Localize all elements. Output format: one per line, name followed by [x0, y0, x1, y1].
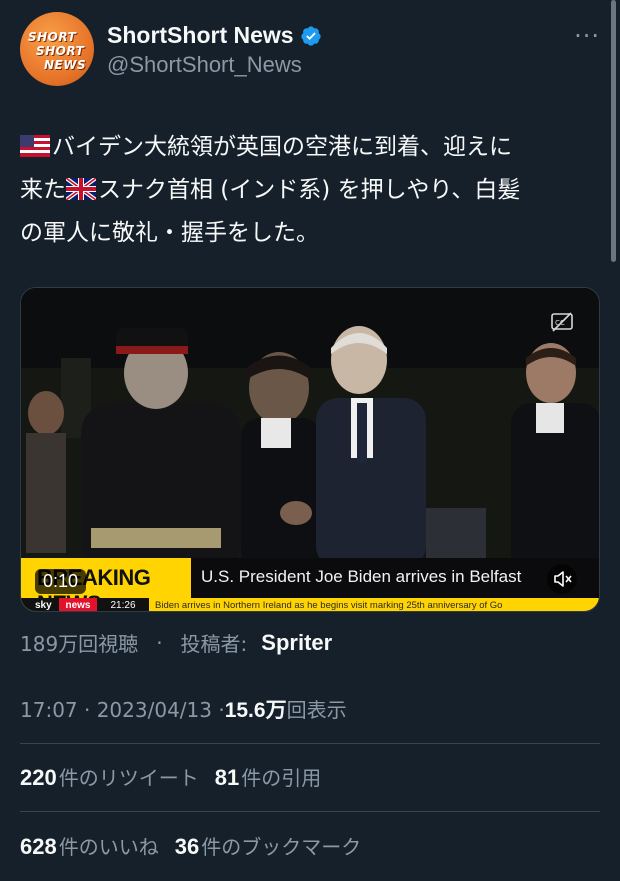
captions-off-icon[interactable]: CC — [551, 312, 573, 332]
tweet-line-1-text: バイデン大統領が英国の空港に到着、迎えに — [52, 134, 512, 160]
like-count: 628 — [20, 834, 57, 859]
like-stat[interactable]: 628 件のいいね — [20, 831, 159, 860]
retweet-quote-stats: 220 件のリツイート 81 件の引用 — [20, 762, 321, 791]
video-player[interactable]: CC BREAKING NEWS U.S. President Joe Bide… — [20, 287, 600, 612]
like-label: 件のいいね — [58, 835, 159, 859]
author-label: 投稿者: — [180, 632, 248, 656]
mute-button[interactable] — [547, 564, 577, 594]
tweet-timestamp[interactable]: 17:07 · 2023/04/13 · — [20, 698, 225, 722]
retweet-label: 件のリツイート — [58, 766, 199, 790]
page-scrollbar[interactable] — [611, 0, 616, 262]
strap-crawl: Biden arrives in Northern Ireland as he … — [155, 600, 503, 611]
video-timestamp: 0:10 — [35, 569, 87, 594]
avatar-text-3: NEWS — [44, 58, 87, 72]
volume-muted-icon — [554, 571, 572, 587]
avatar-text-1: SHORT — [28, 30, 77, 44]
headline-bar: U.S. President Joe Biden arrives in Belf… — [191, 558, 599, 598]
bookmark-stat[interactable]: 36 件のブックマーク — [175, 831, 361, 860]
bookmark-count: 36 — [174, 834, 200, 859]
retweet-stat[interactable]: 220 件のリツイート — [20, 762, 199, 791]
author-link[interactable]: Spriter — [261, 630, 332, 656]
tweet-line-2-post: スナク首相 (インド系) を押しやり、白髪 — [98, 177, 521, 203]
view-count: 189万回視聴 — [20, 632, 139, 656]
tweet-text: バイデン大統領が英国の空港に到着、迎えに 来た スナク首相 (インド系) を押し… — [20, 126, 592, 255]
impression-label: 回表示 — [286, 698, 347, 722]
verified-badge-icon — [300, 25, 321, 46]
headline-text: U.S. President Joe Biden arrives in Belf… — [201, 567, 522, 586]
divider — [20, 811, 600, 812]
avatar[interactable]: SHORT SHORT NEWS — [20, 12, 94, 86]
tweet-line-2-pre: 来た — [20, 177, 66, 203]
quote-label: 件の引用 — [241, 766, 322, 790]
separator-dot: · — [156, 630, 163, 655]
tweet-line-2: 来た スナク首相 (インド系) を押しやり、白髪 — [20, 169, 592, 212]
impression-count: 15.6万 — [224, 699, 287, 722]
tweet-header: SHORT SHORT NEWS ShortShort News @ShortS… — [20, 12, 604, 90]
video-attribution: 189万回視聴 · 投稿者: Spriter — [20, 628, 332, 657]
strap-brand-news: news — [59, 598, 97, 611]
strap-brand-sky: sky — [21, 598, 59, 611]
tweet-line-1: バイデン大統領が英国の空港に到着、迎えに — [20, 126, 592, 169]
tweet-line-3: の軍人に敬礼・握手をした。 — [20, 220, 319, 246]
quote-count: 81 — [214, 765, 240, 790]
retweet-count: 220 — [20, 765, 57, 790]
tweet-meta: 17:07 · 2023/04/13 · 15.6万 回表示 — [20, 694, 347, 724]
us-flag-icon — [20, 135, 50, 157]
quote-stat[interactable]: 81 件の引用 — [215, 762, 321, 791]
strap-clock: 21:26 — [97, 598, 149, 611]
more-options-icon[interactable]: ··· — [574, 22, 600, 50]
like-bookmark-stats: 628 件のいいね 36 件のブックマーク — [20, 831, 361, 860]
name-row: ShortShort News — [107, 22, 322, 49]
uk-flag-icon — [66, 178, 96, 200]
avatar-text-2: SHORT — [36, 44, 85, 58]
account-handle[interactable]: @ShortShort_News — [107, 52, 302, 78]
bookmark-label: 件のブックマーク — [201, 835, 362, 859]
account-name[interactable]: ShortShort News — [107, 22, 294, 49]
news-strap: sky news 21:26 Biden arrives in Northern… — [21, 598, 599, 611]
divider — [20, 743, 600, 744]
